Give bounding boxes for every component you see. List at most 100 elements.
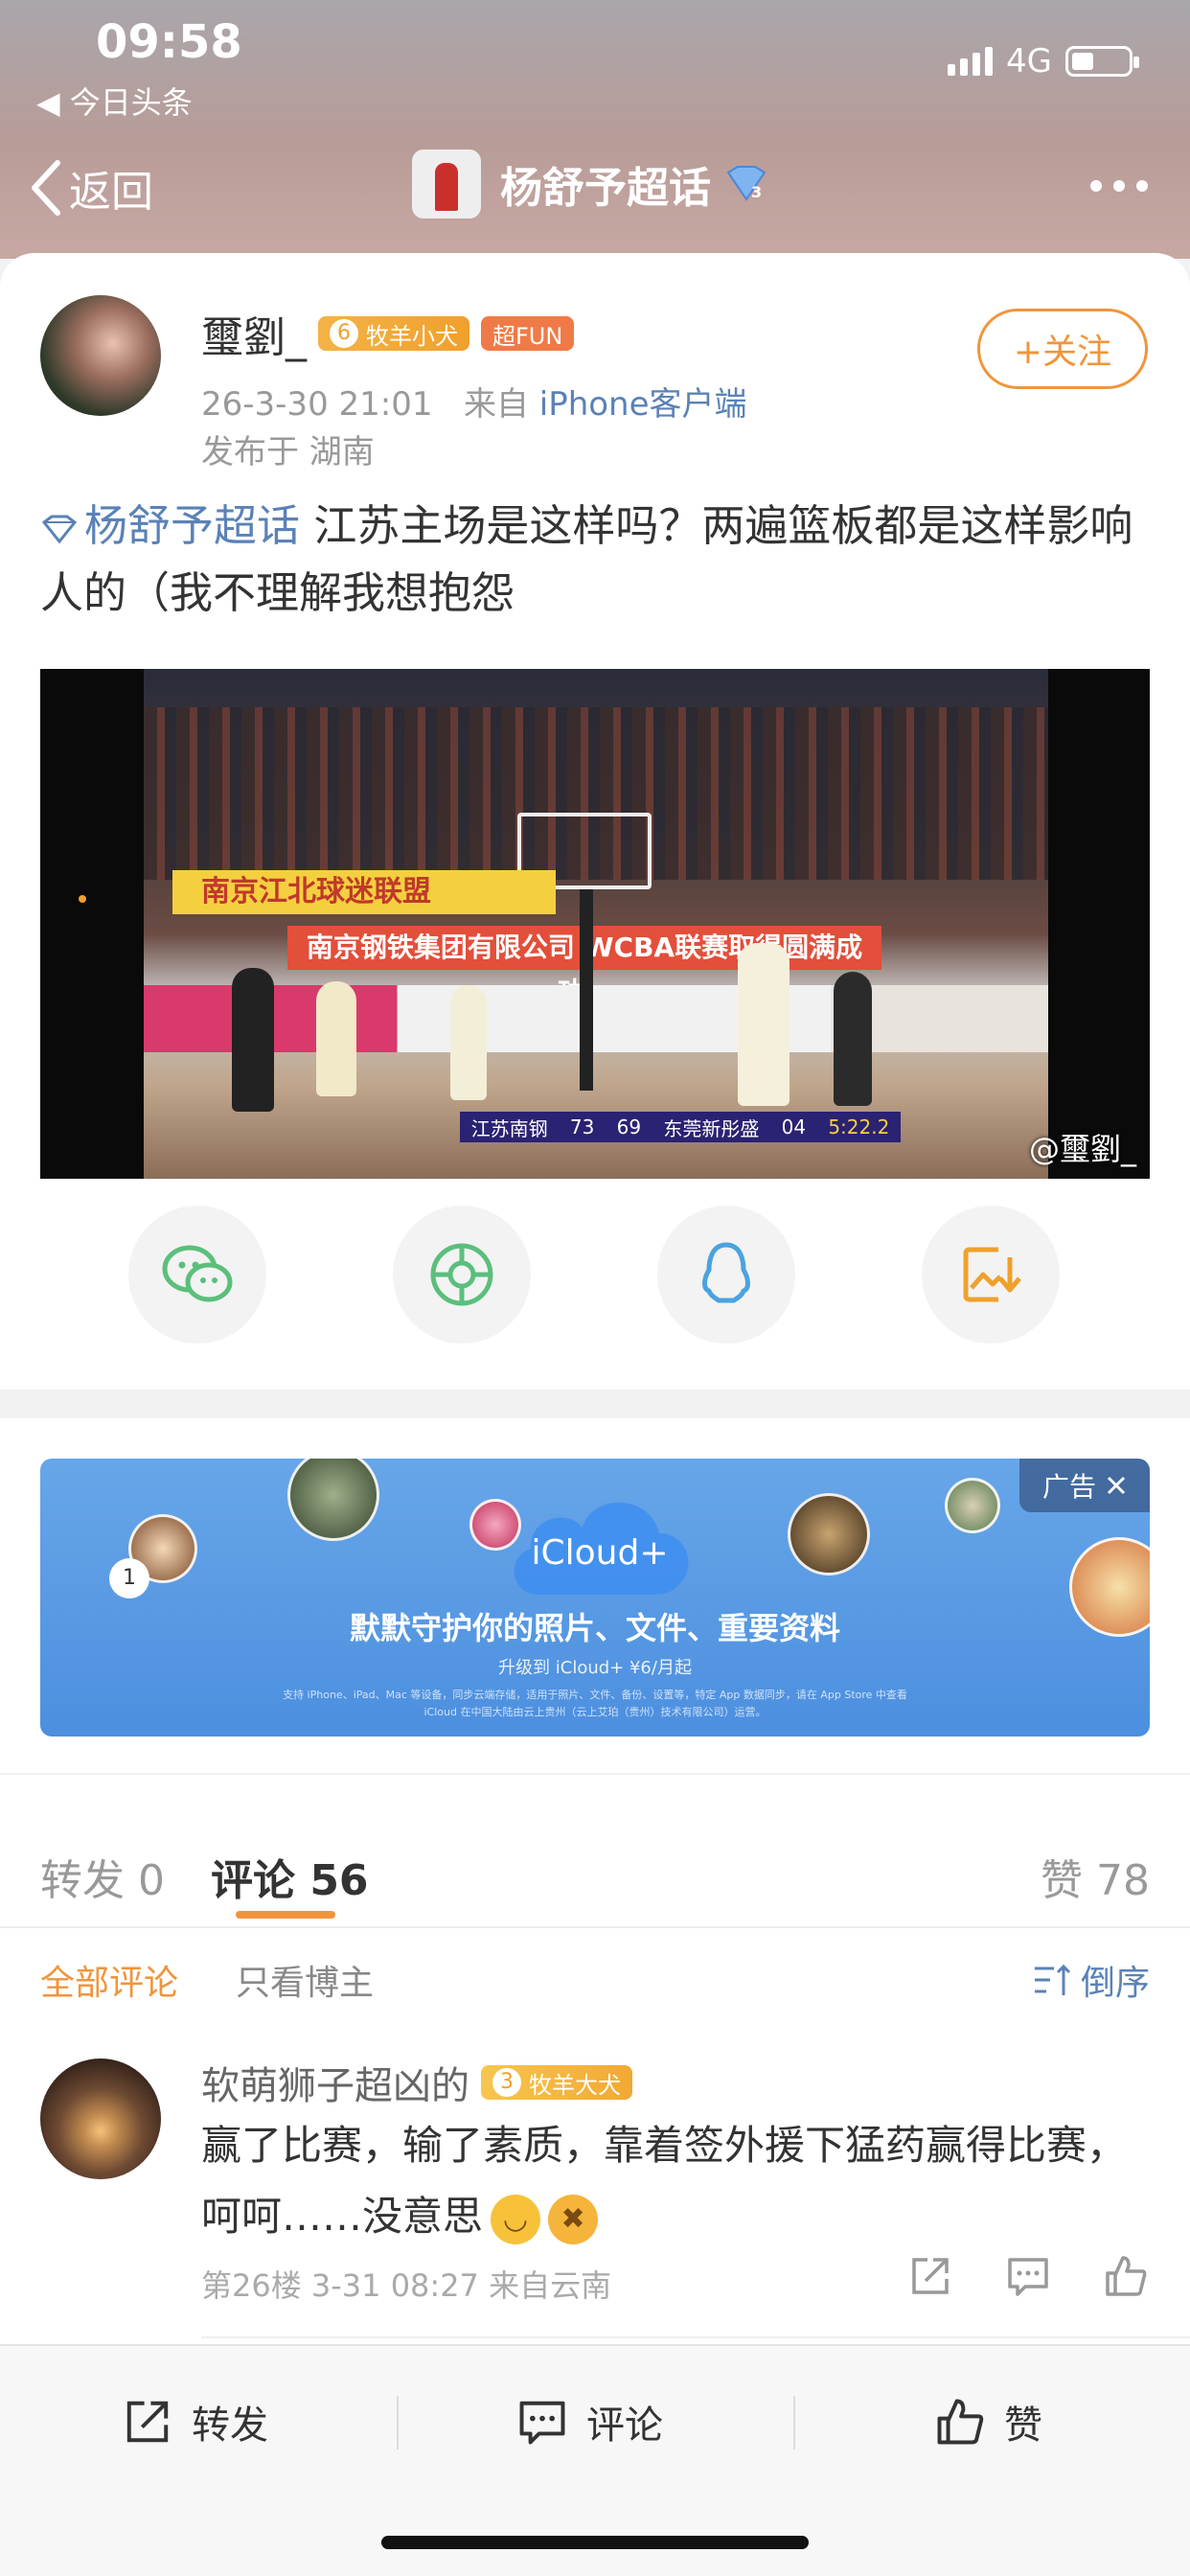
ad-badge-circle: 1 xyxy=(109,1558,149,1598)
comment-icon xyxy=(519,2401,565,2445)
video-frame: 南京江北球迷联盟 南京钢铁集团有限公司 WCBA联赛取得圆满成功！ 江苏南钢 7… xyxy=(144,669,1048,1179)
like-icon xyxy=(937,2399,984,2445)
status-back-app[interactable]: ◀ 今日头条 xyxy=(36,79,193,123)
like-label: 赞 xyxy=(1004,2404,1042,2448)
like-button[interactable]: 赞 xyxy=(935,2394,1042,2450)
comment-like-icon[interactable] xyxy=(1104,2254,1148,2298)
network-label: 4G xyxy=(1006,42,1052,80)
grimace-emoji: ✖ xyxy=(548,2194,599,2244)
courtside-boards xyxy=(144,985,1048,1052)
level-badge: 6 牧羊小犬 xyxy=(318,316,469,351)
comment-reply-icon[interactable] xyxy=(1006,2254,1050,2298)
share-wechat-button[interactable] xyxy=(128,1206,266,1344)
banner-left: 南京江北球迷联盟 xyxy=(172,870,556,914)
ad-subheadline: 升级到 iCloud+ ¥6/月起 xyxy=(498,1658,692,1678)
video-watermark: @璽劉_ xyxy=(1028,1131,1136,1167)
ad-product: iCloud+ xyxy=(531,1533,669,1573)
ad-photo-4 xyxy=(788,1493,870,1576)
post-from: 来自 xyxy=(463,385,529,424)
back-button[interactable]: 返回 xyxy=(29,157,153,218)
topic-link[interactable]: 杨舒予超话 xyxy=(40,500,300,551)
post-text: 杨舒予超话 江苏主场是这样吗？两遍篮板都是这样影响人的（我不理解我想抱怨 xyxy=(40,493,1152,627)
save-image-icon xyxy=(963,1247,1021,1302)
topic-title-text: 杨舒予超话 xyxy=(500,164,711,213)
battery-icon xyxy=(1065,46,1139,77)
commenter-level-badge: 3 牧羊大犬 xyxy=(481,2065,632,2100)
ad-banner[interactable]: 1 iCloud+ 默默守护你的照片、文件、重要资料 升级到 iCloud+ ¥… xyxy=(40,1459,1150,1736)
repost-icon xyxy=(126,2401,169,2443)
commenter-avatar[interactable] xyxy=(40,2058,161,2179)
tab-likes[interactable]: 赞 78 xyxy=(1041,1846,1150,1907)
ad-badge-number: 1 xyxy=(123,1566,136,1590)
comments-section: 转发 0 评论 56 赞 78 全部评论 只看博主 倒序 软萌狮子超凶的 3 牧… xyxy=(0,1775,1190,2350)
ad-tag-label: 广告 xyxy=(1041,1471,1096,1503)
ad-fineprint-2: iCloud 在中国大陆由云上贵州（云上艾珀（贵州）技术有限公司）运营。 xyxy=(423,1706,767,1718)
share-qq-button[interactable] xyxy=(657,1206,795,1344)
author-row: 璽劉_ 6 牧羊小犬 超FUN xyxy=(201,303,575,364)
save-image-button[interactable] xyxy=(922,1206,1060,1344)
filter-all-comments[interactable]: 全部评论 xyxy=(40,1955,178,2005)
super-topic-title[interactable]: 杨舒予超话 3 xyxy=(412,150,770,218)
repost-label: 转发 xyxy=(192,2404,268,2448)
share-row xyxy=(0,1206,1190,1349)
sort-icon xyxy=(1034,1964,1071,1995)
tab-underline xyxy=(236,1911,335,1919)
comment-button[interactable]: 评论 xyxy=(517,2394,663,2450)
score-2: 69 xyxy=(616,1116,642,1138)
commenter-name[interactable]: 软萌狮子超凶的 xyxy=(201,2055,469,2110)
bottom-separator-1 xyxy=(397,2396,399,2450)
close-icon xyxy=(1107,1476,1126,1495)
hoop-pole xyxy=(580,889,593,1091)
player-1 xyxy=(232,968,274,1112)
sort-button[interactable]: 倒序 xyxy=(1033,1955,1150,2005)
topic-avatar xyxy=(412,150,481,218)
score-team2: 东莞新彤盛 xyxy=(663,1116,760,1140)
score-1: 73 xyxy=(569,1116,595,1138)
svg-text:3: 3 xyxy=(751,183,762,201)
post-client[interactable]: iPhone客户端 xyxy=(539,385,747,424)
ad-photo-5 xyxy=(945,1478,1000,1533)
chevron-left-icon xyxy=(32,160,60,216)
bottom-separator-2 xyxy=(793,2396,795,2450)
score-team1: 江苏南钢 xyxy=(470,1116,548,1140)
topic-diamond-icon xyxy=(41,515,78,543)
comment-repost-icon[interactable] xyxy=(908,2254,952,2298)
score-clock: 5:22.2 xyxy=(828,1116,890,1138)
comment-text: 赢了比赛，输了素质，靠着签外援下猛药赢得比赛，呵呵……没意思 ◡ ✖ xyxy=(201,2110,1159,2252)
fun-badge: 超FUN xyxy=(481,316,575,351)
level-title: 牧羊小犬 xyxy=(366,322,458,350)
comment-label: 评论 xyxy=(586,2404,663,2448)
commenter-level-number: 3 xyxy=(492,2068,521,2097)
ad-section: 1 iCloud+ 默默守护你的照片、文件、重要资料 升级到 iCloud+ ¥… xyxy=(0,1418,1190,1773)
follow-button[interactable]: +关注 xyxy=(977,309,1148,389)
tab-repost[interactable]: 转发 0 xyxy=(40,1846,165,1907)
comment-body: 赢了比赛，输了素质，靠着签外援下猛药赢得比赛，呵呵……没意思 xyxy=(201,2122,1128,2240)
ad-close-button[interactable]: 广告 xyxy=(1019,1459,1150,1512)
diamond-icon: 3 xyxy=(726,166,767,201)
more-menu-button[interactable] xyxy=(1090,180,1148,192)
author-name[interactable]: 璽劉_ xyxy=(201,303,307,364)
commenter-row: 软萌狮子超凶的 3 牧羊大犬 xyxy=(201,2055,632,2110)
post-meta: 26-3-30 21:01 来自 iPhone客户端 xyxy=(201,378,747,425)
comment-divider xyxy=(201,2336,1190,2338)
filter-host-only[interactable]: 只看博主 xyxy=(236,1955,374,2005)
scoreboard: 江苏南钢 73 69 东莞新彤盛 04 5:22.2 xyxy=(460,1112,901,1142)
ad-headline: 默默守护你的照片、文件、重要资料 xyxy=(349,1610,840,1646)
repost-button[interactable]: 转发 xyxy=(123,2394,268,2450)
author-avatar[interactable] xyxy=(40,295,161,416)
post-time: 26-3-30 21:01 xyxy=(201,385,433,424)
player-2 xyxy=(316,981,356,1096)
video-player[interactable]: 南京江北球迷联盟 南京钢铁集团有限公司 WCBA联赛取得圆满成功！ 江苏南钢 7… xyxy=(40,669,1150,1179)
back-label: 返回 xyxy=(69,168,153,217)
header: 09:58 ◀ 今日头条 4G 返回 杨舒予超话 3 xyxy=(0,0,1190,259)
share-moments-button[interactable] xyxy=(393,1206,531,1344)
player-4 xyxy=(738,943,790,1106)
home-indicator[interactable] xyxy=(381,2536,809,2549)
interaction-tabs: 转发 0 评论 56 赞 78 xyxy=(0,1775,1190,1928)
signal-icon xyxy=(948,47,994,76)
ad-fineprint-1: 支持 iPhone、iPad、Mac 等设备，同步云端存储，适用于照片、文件、备… xyxy=(283,1689,907,1701)
tab-comments[interactable]: 评论 56 xyxy=(211,1846,369,1907)
status-time: 09:58 xyxy=(96,15,242,69)
ad-photo-2 xyxy=(287,1459,379,1541)
score-quarter: 04 xyxy=(781,1116,807,1138)
